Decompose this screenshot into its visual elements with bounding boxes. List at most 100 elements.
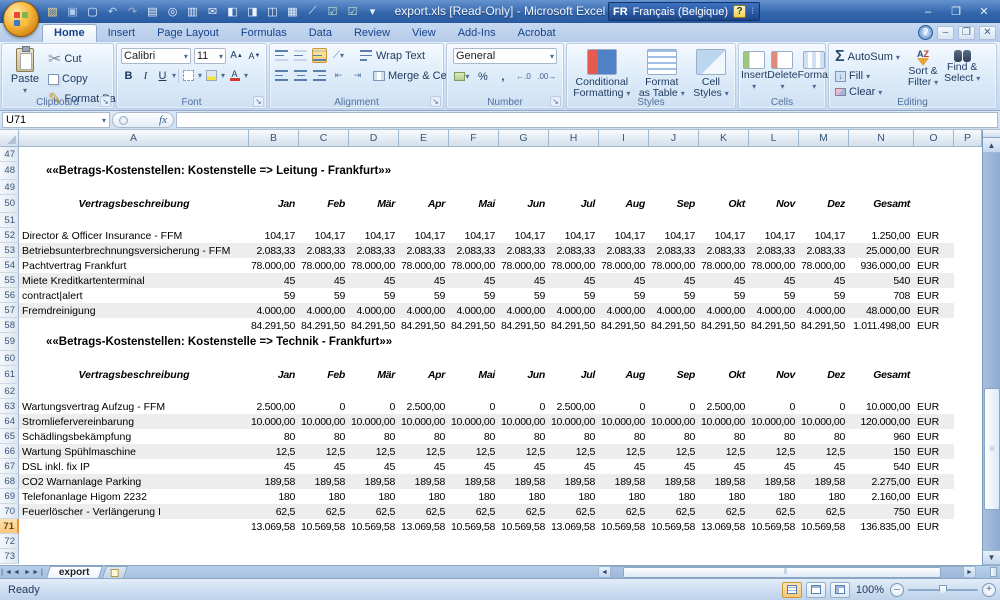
- cell-value[interactable]: 45: [449, 273, 499, 288]
- percent-style-button[interactable]: %: [475, 69, 490, 84]
- number-format-select[interactable]: General▾: [453, 48, 557, 64]
- cell-currency[interactable]: EUR: [914, 429, 954, 444]
- page-break-view-button[interactable]: [830, 582, 850, 598]
- cell-value[interactable]: 84.291,50: [499, 318, 549, 333]
- cell-currency[interactable]: EUR: [914, 318, 954, 333]
- tab-home[interactable]: Home: [42, 24, 97, 42]
- cell-label[interactable]: Stromliefervereinbarung: [19, 414, 249, 429]
- cell-value[interactable]: 45: [649, 459, 699, 474]
- cell-value[interactable]: 0: [349, 399, 399, 414]
- cell-currency[interactable]: EUR: [914, 273, 954, 288]
- cell-value[interactable]: 12,5: [499, 444, 549, 459]
- row-header-62[interactable]: 62: [0, 384, 19, 399]
- cell-value[interactable]: 45: [499, 459, 549, 474]
- column-header-A[interactable]: A: [19, 130, 249, 147]
- qat-drawing-icon[interactable]: ⟋: [304, 3, 321, 19]
- cell-empty[interactable]: [954, 474, 982, 489]
- cell-label[interactable]: contract|alert: [19, 288, 249, 303]
- cell-value[interactable]: 62,5: [449, 504, 499, 519]
- cell-month-header[interactable]: Jan: [249, 195, 299, 213]
- align-center-button[interactable]: [293, 68, 308, 83]
- cell-value[interactable]: 80: [749, 429, 799, 444]
- cell-value[interactable]: 62,5: [599, 504, 649, 519]
- cell-value[interactable]: 84.291,50: [449, 318, 499, 333]
- borders-dropdown-icon[interactable]: ▾: [198, 71, 202, 80]
- cell-value[interactable]: 59: [699, 288, 749, 303]
- row-header-63[interactable]: 63: [0, 399, 19, 414]
- cell-value[interactable]: 13.069,58: [399, 519, 449, 534]
- cell-value[interactable]: 84.291,50: [399, 318, 449, 333]
- cell-empty-row[interactable]: [19, 147, 982, 162]
- cell-value[interactable]: 189,58: [249, 474, 299, 489]
- cell-label[interactable]: Pachtvertrag Frankfurt: [19, 258, 249, 273]
- cell-value[interactable]: 10.000,00: [599, 414, 649, 429]
- cell-value[interactable]: 45: [699, 273, 749, 288]
- cell-value[interactable]: 78.000,00: [649, 258, 699, 273]
- cell-value[interactable]: 84.291,50: [299, 318, 349, 333]
- cell-value[interactable]: 78.000,00: [699, 258, 749, 273]
- cell-gesamt[interactable]: 936.000,00: [849, 258, 914, 273]
- cell-value[interactable]: 80: [799, 429, 849, 444]
- minimize-button[interactable]: –: [918, 4, 938, 19]
- cell-value[interactable]: 10.000,00: [299, 414, 349, 429]
- cell-value[interactable]: 45: [599, 273, 649, 288]
- cell-value[interactable]: 45: [249, 273, 299, 288]
- qat-search-icon[interactable]: ◎: [164, 3, 181, 19]
- cell-month-header[interactable]: Okt: [699, 366, 749, 384]
- scroll-left-icon[interactable]: ◄: [598, 566, 611, 578]
- cell-empty-row[interactable]: [19, 384, 982, 399]
- workbook-close-button[interactable]: ✕: [979, 26, 996, 40]
- cell-value[interactable]: 2.083,33: [249, 243, 299, 258]
- cell-empty[interactable]: [954, 273, 982, 288]
- font-name-select[interactable]: Calibri▾: [121, 48, 191, 64]
- cell-value[interactable]: 62,5: [549, 504, 599, 519]
- qat-qat-more-icon[interactable]: ▾: [364, 3, 381, 19]
- cell-value[interactable]: 0: [799, 399, 849, 414]
- cell-label[interactable]: Director & Officer Insurance - FFM: [19, 228, 249, 243]
- cell-label[interactable]: Betriebsunterbrechnungsversicherung - FF…: [19, 243, 249, 258]
- cell-value[interactable]: 80: [349, 429, 399, 444]
- cell-value[interactable]: 10.569,58: [499, 519, 549, 534]
- row-header-49[interactable]: 49: [0, 180, 19, 195]
- row-header-51[interactable]: 51: [0, 213, 19, 228]
- qat-redo-icon[interactable]: ↷: [124, 3, 141, 19]
- row-header-73[interactable]: 73: [0, 549, 19, 564]
- cell-empty[interactable]: [954, 459, 982, 474]
- cell-value[interactable]: 2.083,33: [749, 243, 799, 258]
- cell-value[interactable]: 62,5: [399, 504, 449, 519]
- cell-value[interactable]: 59: [349, 288, 399, 303]
- cell-value[interactable]: 180: [449, 489, 499, 504]
- cell-value[interactable]: 0: [649, 399, 699, 414]
- zoom-slider[interactable]: [908, 583, 978, 597]
- cell-month-header[interactable]: Jan: [249, 366, 299, 384]
- cell-value[interactable]: 59: [299, 288, 349, 303]
- qat-form-checkbox-2-icon[interactable]: ☑: [344, 3, 361, 19]
- formula-input[interactable]: [176, 112, 998, 128]
- italic-button[interactable]: I: [138, 68, 153, 83]
- cell-empty[interactable]: [954, 519, 982, 534]
- cell-value[interactable]: 189,58: [349, 474, 399, 489]
- cell-value[interactable]: 2.500,00: [699, 399, 749, 414]
- cell-value[interactable]: 80: [249, 429, 299, 444]
- cell-value[interactable]: 62,5: [799, 504, 849, 519]
- cell-value[interactable]: 4.000,00: [699, 303, 749, 318]
- cell-value[interactable]: 45: [399, 273, 449, 288]
- cell-value[interactable]: 104,17: [399, 228, 449, 243]
- font-color-dropdown-icon[interactable]: ▾: [244, 71, 248, 80]
- borders-button[interactable]: [181, 68, 196, 83]
- cell-value[interactable]: 180: [749, 489, 799, 504]
- qat-form-checkbox-icon[interactable]: ☑: [324, 3, 341, 19]
- cell-value[interactable]: 104,17: [299, 228, 349, 243]
- cell-value[interactable]: 10.000,00: [499, 414, 549, 429]
- cell-currency[interactable]: EUR: [914, 258, 954, 273]
- cell-gesamt-header[interactable]: Gesamt: [849, 195, 914, 213]
- cell-currency[interactable]: EUR: [914, 288, 954, 303]
- zoom-slider-thumb[interactable]: [939, 585, 947, 595]
- row-header-50[interactable]: 50: [0, 195, 19, 213]
- delete-cells-button[interactable]: Delete▾: [767, 48, 797, 92]
- cell-label[interactable]: Fremdreinigung: [19, 303, 249, 318]
- cell-month-header[interactable]: Feb: [299, 366, 349, 384]
- cell-value[interactable]: 2.083,33: [799, 243, 849, 258]
- cell-empty[interactable]: [954, 429, 982, 444]
- cell-value[interactable]: 189,58: [699, 474, 749, 489]
